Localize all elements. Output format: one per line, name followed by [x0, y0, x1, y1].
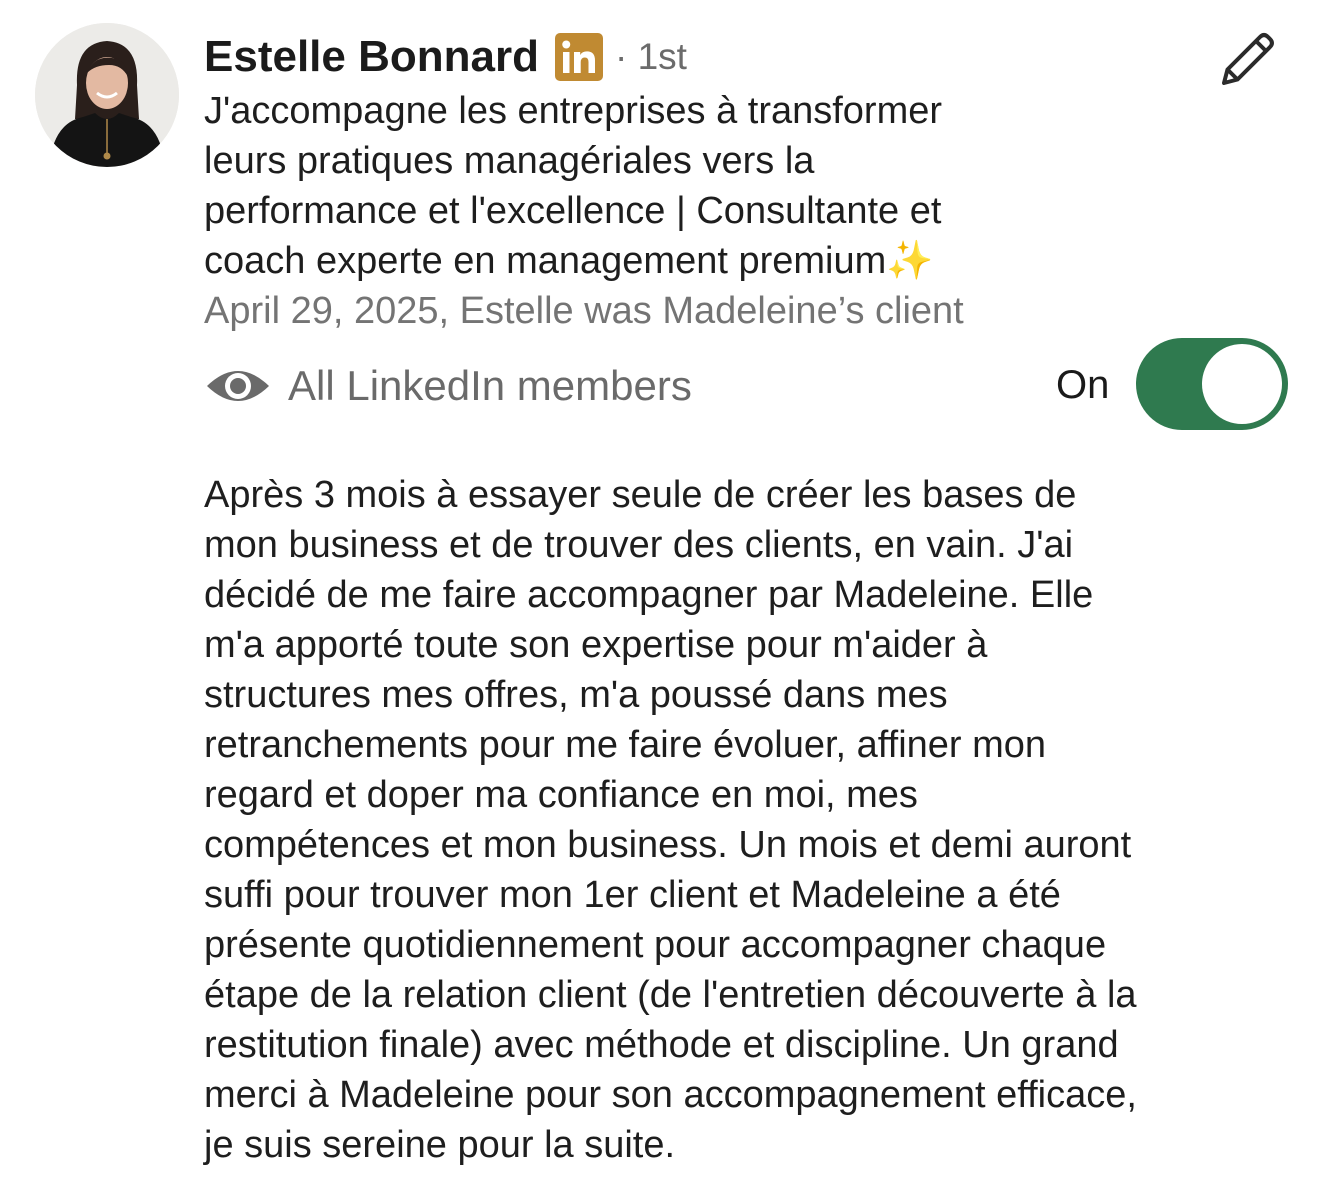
visibility-toggle[interactable] [1136, 338, 1288, 430]
avatar[interactable] [35, 23, 179, 167]
pencil-icon[interactable] [1216, 27, 1280, 91]
author-headline: J'accompagne les entreprises à transform… [204, 90, 943, 282]
profile-photo [35, 23, 179, 167]
connection-degree: · 1st [614, 36, 687, 77]
toggle-state-label: On [1056, 363, 1110, 407]
toggle-knob [1202, 344, 1282, 424]
linkedin-icon [554, 33, 603, 81]
recommendation-text: Après 3 mois à essayer seule de créer le… [204, 474, 1137, 1166]
eye-icon [204, 362, 272, 410]
author-name[interactable]: Estelle Bonnard [204, 32, 539, 82]
visibility-selector[interactable]: All LinkedIn members [204, 356, 692, 416]
author-header: Estelle Bonnard · 1st [204, 29, 687, 85]
recommendation-meta: April 29, 2025, Estelle was Madeleine’s … [204, 290, 964, 332]
visibility-label: All LinkedIn members [288, 362, 692, 409]
